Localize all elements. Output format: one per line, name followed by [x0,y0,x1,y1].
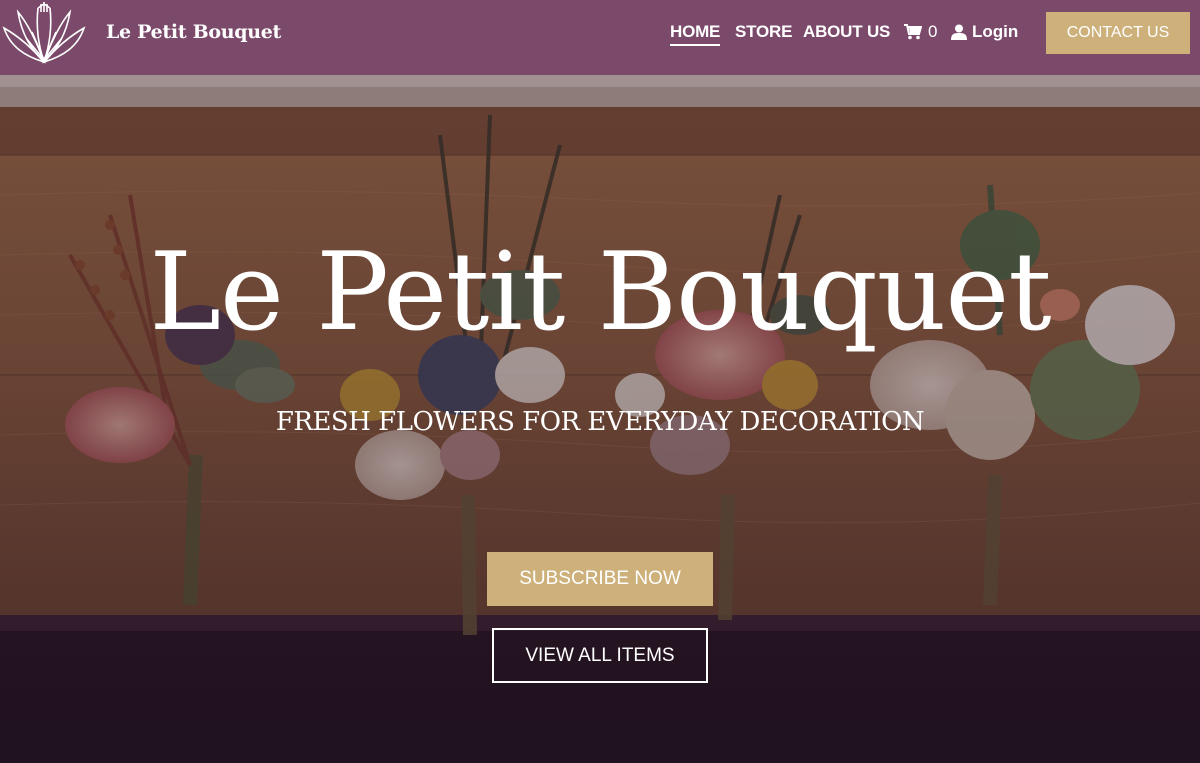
subscribe-now-button[interactable]: SUBSCRIBE NOW [487,552,713,606]
nav-store-link[interactable]: STORE [735,22,792,42]
view-all-items-button[interactable]: VIEW ALL ITEMS [492,628,708,683]
hero-section: Le Petit Bouquet FRESH FLOWERS FOR EVERY… [0,75,1200,763]
brand-name[interactable]: Le Petit Bouquet [106,21,281,43]
cart-icon [904,24,922,40]
hero-title: Le Petit Bouquet [149,230,1051,355]
login-label: Login [972,22,1019,41]
cart-button[interactable]: 0 [904,22,937,42]
hero-subtitle: FRESH FLOWERS FOR EVERYDAY DECORATION [275,407,925,437]
login-link[interactable]: Login [951,22,1018,42]
nav-home-link[interactable]: HOME [670,22,720,46]
cart-count: 0 [928,22,938,41]
contact-us-button[interactable]: CONTACT US [1046,12,1190,54]
flower-logo-icon[interactable] [2,2,86,66]
user-icon [951,24,967,40]
navbar: Le Petit Bouquet HOME STORE ABOUT US 0 L… [0,0,1200,75]
nav-about-link[interactable]: ABOUT US [803,22,890,42]
